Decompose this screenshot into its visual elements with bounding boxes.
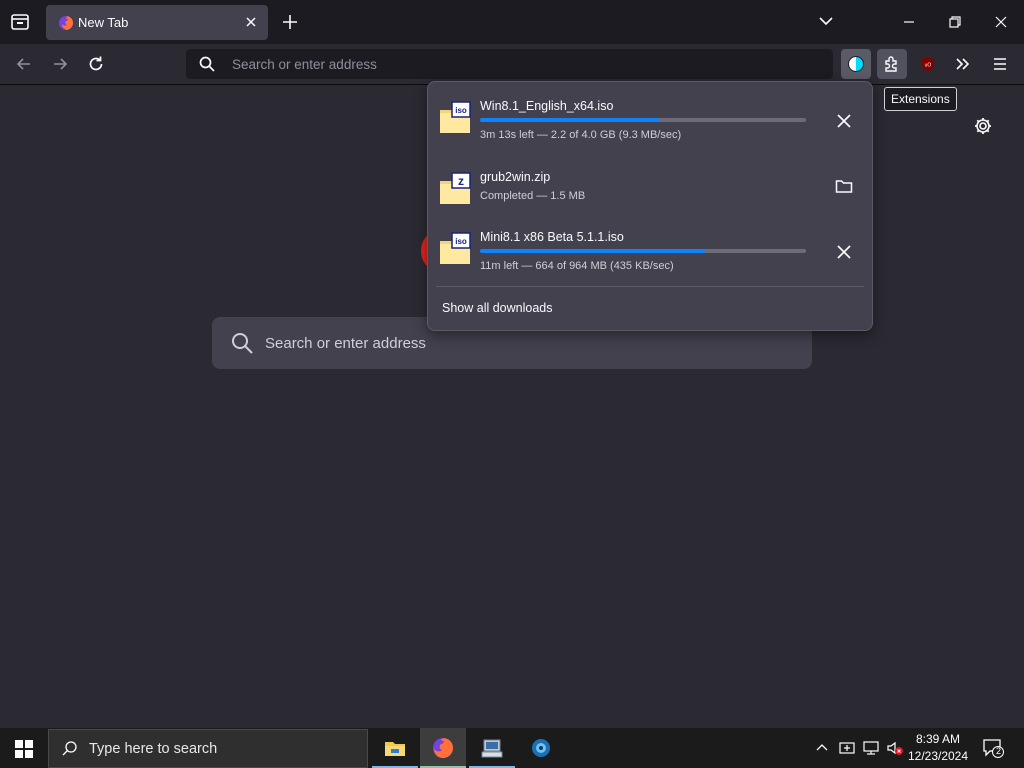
chevron-up-icon[interactable] — [813, 739, 831, 757]
tab-title: New Tab — [78, 15, 129, 30]
notification-count: 2 — [995, 746, 1001, 756]
svg-text:z: z — [458, 174, 464, 188]
download-status: 3m 13s left — 2.2 of 4.0 GB (9.3 MB/sec) — [480, 129, 682, 141]
overflow-menu-icon[interactable] — [953, 54, 973, 74]
back-icon[interactable] — [14, 54, 34, 74]
svg-text:uO: uO — [925, 63, 932, 69]
zip-file-icon: z — [440, 172, 471, 204]
folder-icon[interactable] — [834, 176, 854, 196]
clock-date: 12/23/2024 — [907, 749, 969, 763]
ublock-origin-icon: uO — [922, 57, 934, 71]
network-app-icon — [481, 739, 503, 758]
safely-remove-icon[interactable] — [838, 739, 856, 757]
download-item[interactable]: iso Win8.1_English_x64.iso 3m 13s left —… — [428, 90, 872, 150]
new-tab-icon[interactable] — [281, 13, 299, 31]
search-icon — [232, 333, 253, 354]
file-explorer-icon — [385, 742, 405, 756]
firefox-icon — [59, 16, 73, 30]
download-item[interactable]: iso Mini8.1 x86 Beta 5.1.1.iso 11m left … — [428, 221, 872, 281]
reload-icon[interactable] — [86, 54, 106, 74]
firefox-icon — [433, 738, 453, 758]
tab-new-tab[interactable]: New Tab — [46, 5, 268, 40]
url-bar[interactable]: Search or enter address — [186, 49, 833, 79]
extensions-button[interactable] — [877, 49, 907, 79]
puzzle-icon — [885, 56, 897, 72]
cancel-download-icon[interactable] — [834, 111, 854, 131]
minimize-icon[interactable] — [899, 12, 919, 32]
action-center-icon[interactable]: 2 — [982, 738, 1004, 758]
download-status: 11m left — 664 of 964 MB (435 KB/sec) — [480, 260, 674, 272]
forward-icon[interactable] — [50, 54, 70, 74]
chevron-down-icon[interactable] — [817, 14, 835, 28]
downloads-progress-icon — [848, 56, 864, 72]
hamburger-menu-icon[interactable] — [990, 54, 1010, 74]
downloads-panel: iso Win8.1_English_x64.iso 3m 13s left —… — [427, 81, 873, 331]
clock-time: 8:39 AM — [915, 732, 961, 746]
taskbar-clock[interactable]: 8:39 AM 12/23/2024 — [904, 731, 972, 765]
svg-text:iso: iso — [455, 237, 467, 246]
taskbar-network-app[interactable] — [469, 728, 515, 768]
taskbar-settings-app[interactable] — [518, 728, 564, 768]
svg-text:iso: iso — [455, 106, 467, 115]
close-window-icon[interactable] — [991, 12, 1011, 32]
iso-file-icon: iso — [440, 101, 471, 133]
taskbar-search-box[interactable]: Type here to search — [48, 729, 368, 768]
taskbar-search-placeholder: Type here to search — [89, 741, 218, 757]
taskbar-firefox[interactable] — [420, 728, 466, 768]
settings-app-icon — [532, 739, 550, 757]
download-filename: grub2win.zip — [480, 170, 551, 184]
page-search-placeholder: Search or enter address — [265, 335, 426, 352]
download-filename: Mini8.1 x86 Beta 5.1.1.iso — [480, 230, 624, 244]
restore-icon[interactable] — [945, 12, 965, 32]
taskbar-file-explorer[interactable] — [372, 728, 418, 768]
ublock-button[interactable]: uO — [913, 49, 943, 79]
search-icon — [62, 741, 77, 756]
gear-icon[interactable] — [972, 115, 994, 137]
download-filename: Win8.1_English_x64.iso — [480, 99, 614, 113]
downloads-button[interactable] — [841, 49, 871, 79]
extensions-tooltip: Extensions — [884, 87, 957, 111]
url-bar-placeholder: Search or enter address — [232, 57, 377, 72]
network-icon[interactable] — [862, 739, 880, 757]
download-status: Completed — 1.5 MB — [480, 190, 586, 202]
download-item[interactable]: z grub2win.zip Completed — 1.5 MB — [428, 161, 872, 221]
download-progress-bar — [480, 118, 806, 122]
volume-muted-icon[interactable] — [886, 739, 904, 757]
show-all-downloads-link[interactable]: Show all downloads — [442, 301, 553, 315]
panel-divider — [436, 286, 864, 287]
cancel-download-icon[interactable] — [834, 242, 854, 262]
close-tab-icon[interactable] — [244, 15, 258, 29]
search-icon — [199, 56, 215, 72]
download-progress-bar — [480, 249, 806, 253]
windows-start-icon[interactable] — [14, 739, 34, 759]
iso-file-icon: iso — [440, 232, 471, 264]
firefox-view-icon[interactable] — [8, 11, 32, 33]
